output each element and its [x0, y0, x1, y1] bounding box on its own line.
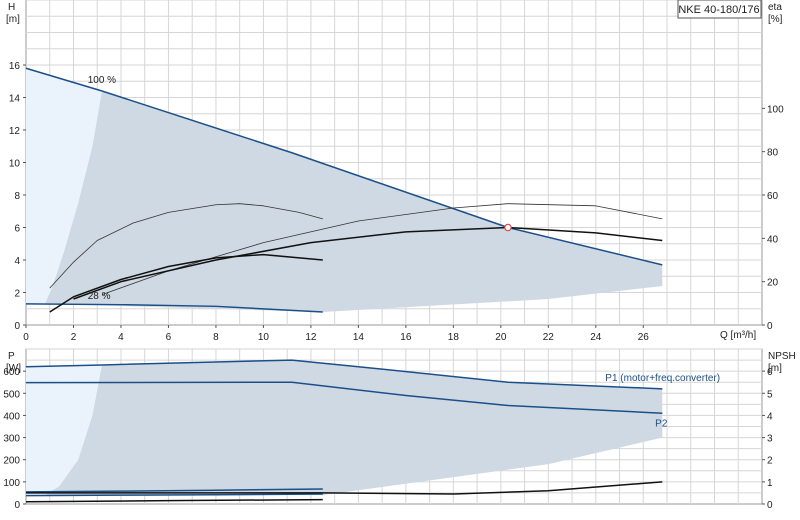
head-y-tick-label: 10: [9, 159, 21, 170]
power-y2-tick-label: 0: [767, 500, 773, 511]
head-y2-tick-label: 100: [767, 104, 784, 115]
power-y2-tick-label: 2: [767, 456, 773, 467]
head-x-label: Q [m³/h]: [720, 330, 756, 341]
head-annotation: 100 %: [88, 75, 116, 86]
chart-title: NKE 40-180/176: [678, 4, 759, 16]
head-y-tick-label: 0: [14, 321, 20, 332]
power-y2-tick-label: 5: [767, 389, 773, 400]
head-x-tick-label: 4: [118, 332, 124, 343]
head-y2-label-bottom: [%]: [768, 14, 783, 25]
head-x-tick-label: 14: [353, 332, 365, 343]
head-y2-tick-label: 0: [767, 321, 773, 332]
head-x-tick-label: 16: [400, 332, 412, 343]
head-x-tick-label: 26: [638, 332, 650, 343]
head-y-tick-label: 6: [14, 224, 20, 235]
power-annotation: P2: [655, 419, 668, 430]
head-y-tick-label: 2: [14, 289, 20, 300]
power-y-label-top: P: [8, 351, 15, 362]
head-x-tick-label: 6: [166, 332, 172, 343]
head-y-tick-label: 14: [9, 94, 21, 105]
power-y-tick-label: 0: [14, 500, 20, 511]
head-x-tick-label: 24: [590, 332, 602, 343]
power-y-label-bottom: [W]: [6, 363, 21, 374]
head-x-tick-label: 22: [543, 332, 555, 343]
power-y2-tick-label: 1: [767, 478, 773, 489]
head-x-tick-label: 20: [495, 332, 507, 343]
head-x-tick-label: 12: [305, 332, 317, 343]
power-y-tick-label: 300: [3, 434, 20, 445]
power-annotation: P1 (motor+freq.converter): [605, 373, 720, 384]
head-x-tick-label: 2: [71, 332, 77, 343]
power-y2-tick-label: 4: [767, 411, 773, 422]
power-panel: 01002003004005006000123456P1 (motor+freq…: [3, 348, 773, 511]
head-y2-label-top: eta: [768, 2, 782, 13]
head-y2-tick-label: 60: [767, 191, 779, 202]
pump-performance-chart: 02468101214160204060801000 2 4 6 8 10 12 14 16 18…: [3, 0, 796, 511]
head-x-tick-label: 8: [213, 332, 219, 343]
head-x-tick-label: 0: [23, 332, 29, 343]
head-y2-tick-label: 40: [767, 234, 779, 245]
head-y-tick-label: 8: [14, 191, 20, 202]
power-y-tick-label: 200: [3, 456, 20, 467]
power-y2-label-bottom: [m]: [768, 363, 782, 374]
power-y-tick-label: 500: [3, 389, 20, 400]
power-y-tick-label: 400: [3, 411, 20, 422]
head-x-tick-label: 18: [448, 332, 460, 343]
head-x-tick-label: 10: [258, 332, 270, 343]
head-y-label-top: H: [8, 2, 15, 13]
head-y-tick-label: 4: [14, 256, 20, 267]
head-annotation: 28 %: [88, 291, 111, 302]
head-duty-point: [504, 223, 512, 232]
power-y2-label-top: NPSH: [768, 351, 796, 362]
head-panel: 02468101214160204060801000 2 4 6 8 10 12 14 16 18…: [9, 0, 784, 343]
power-y2-tick-label: 3: [767, 434, 773, 445]
head-y-tick-label: 12: [9, 126, 21, 137]
head-y-label-bottom: [m]: [6, 14, 20, 25]
head-y2-tick-label: 20: [767, 278, 779, 289]
head-y2-tick-label: 80: [767, 148, 779, 159]
head-y-tick-label: 16: [9, 61, 21, 72]
power-y-tick-label: 100: [3, 478, 20, 489]
